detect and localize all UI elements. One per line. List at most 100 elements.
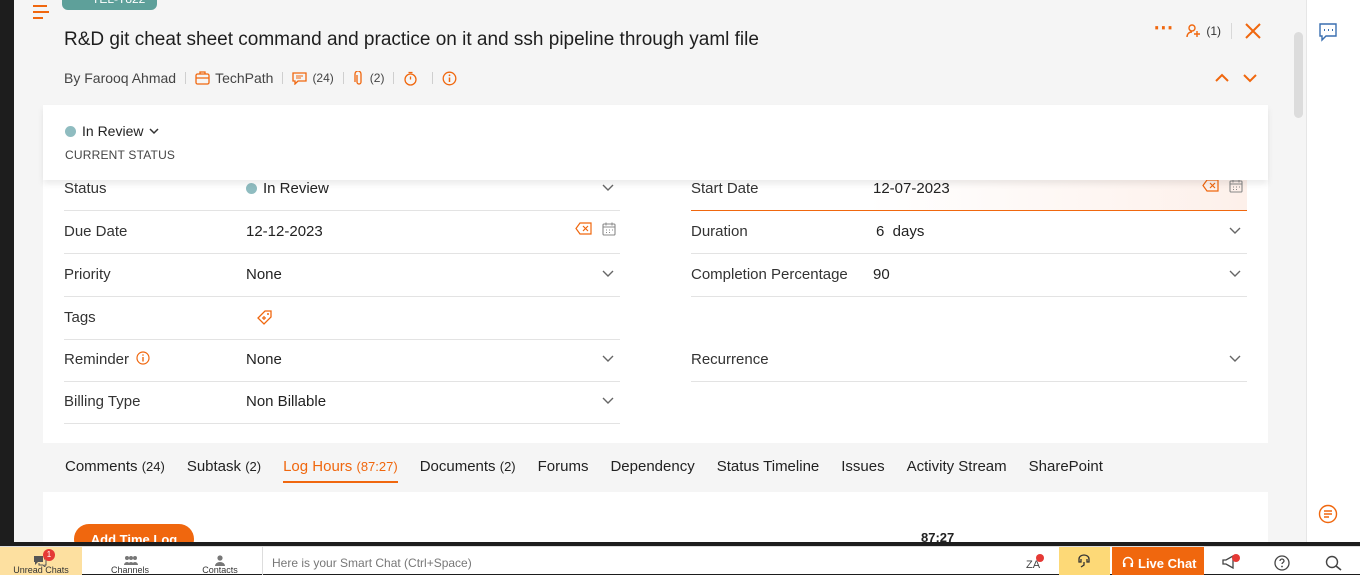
tab-label: Subtask [186, 458, 242, 475]
due-date-value[interactable]: 12-12-2023 [246, 223, 323, 240]
status-dropdown[interactable]: In Review [65, 123, 161, 139]
hamburger-menu-icon[interactable] [32, 4, 50, 20]
task-fields-panel: In Review CURRENT STATUS Status In Revie… [43, 105, 1268, 443]
help-icon[interactable] [1274, 555, 1290, 571]
tab-sharepoint[interactable]: SharePoint [1029, 458, 1103, 483]
list-menu-icon[interactable] [1318, 504, 1338, 524]
field-recurrence[interactable]: Recurrence [691, 339, 1247, 382]
tab-label: Activity Stream [906, 458, 1007, 475]
comments-count[interactable]: (24) [312, 71, 333, 85]
chevron-down-icon[interactable] [602, 352, 614, 364]
feedback-chat-icon[interactable] [1318, 22, 1338, 42]
channels-button[interactable]: Channels [82, 547, 178, 575]
tab-subtask[interactable]: Subtask (2) [187, 458, 261, 483]
field-label: Start Date [691, 180, 759, 197]
priority-value: None [246, 266, 282, 283]
tab-label: SharePoint [1028, 458, 1103, 475]
tab-label: Log Hours [283, 458, 353, 475]
tab-forums[interactable]: Forums [538, 458, 589, 483]
project-link[interactable]: TechPath [215, 70, 273, 86]
tab-log-hours[interactable]: Log Hours (87:27) [283, 458, 398, 483]
field-label: Recurrence [691, 351, 769, 368]
status-value: In Review [82, 123, 144, 139]
calendar-icon[interactable] [602, 222, 616, 236]
field-priority[interactable]: Priority None [64, 254, 620, 297]
task-id-badge[interactable]: TEL-T822 [62, 0, 157, 10]
chevron-down-icon[interactable] [1229, 352, 1241, 364]
tab-label: Forums [537, 458, 589, 475]
info-icon[interactable] [136, 351, 150, 365]
field-reminder[interactable]: Reminder None [64, 339, 620, 382]
scrollbar-thumb[interactable] [1294, 32, 1303, 118]
author[interactable]: By Farooq Ahmad [64, 70, 176, 86]
next-task-chevron-down-icon[interactable] [1242, 70, 1258, 86]
previous-task-chevron-up-icon[interactable] [1214, 70, 1230, 86]
close-icon[interactable] [1242, 20, 1264, 42]
tab-label: Dependency [610, 458, 695, 475]
chevron-down-icon[interactable] [602, 267, 614, 279]
divider [282, 72, 284, 84]
field-label: Reminder [64, 351, 150, 368]
completion-value: 90 [873, 266, 890, 283]
clear-icon[interactable] [1202, 179, 1219, 192]
field-label: Billing Type [64, 393, 141, 410]
chevron-down-icon[interactable] [602, 181, 614, 193]
search-icon[interactable] [1325, 555, 1342, 571]
attachment-icon[interactable] [353, 70, 365, 86]
field-completion-percentage[interactable]: Completion Percentage 90 [691, 254, 1247, 297]
info-icon[interactable] [442, 71, 457, 86]
task-title[interactable]: R&D git cheat sheet command and practice… [64, 29, 759, 51]
followers-count: (1) [1206, 24, 1221, 38]
tab-label: Issues [841, 458, 885, 475]
add-time-log-button[interactable]: Add Time Log [74, 524, 194, 542]
field-billing-type[interactable]: Billing Type Non Billable [64, 381, 620, 424]
chevron-down-icon[interactable] [1229, 224, 1241, 236]
project-icon [195, 71, 210, 85]
calendar-icon[interactable] [1229, 179, 1243, 193]
tab-label: Comments [65, 458, 138, 475]
field-label: Tags [64, 309, 96, 326]
detail-tabs: Comments (24) Subtask (2) Log Hours (87:… [65, 458, 1125, 483]
unread-chats-button[interactable]: 1 Unread Chats [0, 547, 82, 575]
field-due-date[interactable]: Due Date 12-12-2023 [64, 211, 620, 254]
tab-dependency[interactable]: Dependency [610, 458, 694, 483]
clear-icon[interactable] [575, 222, 592, 235]
live-chat-button[interactable]: Live Chat [1112, 547, 1204, 575]
smart-chat-input[interactable]: Here is your Smart Chat (Ctrl+Space) [262, 547, 1007, 575]
chevron-down-icon [149, 128, 159, 135]
attachments-count[interactable]: (2) [370, 71, 385, 85]
task-detail-panel: TEL-T822 R&D git cheat sheet command and… [14, 0, 1306, 542]
highlighted-action[interactable] [1059, 547, 1110, 575]
current-status-label: CURRENT STATUS [65, 148, 176, 162]
tab-label: Documents [419, 458, 496, 475]
duration-value: 6 days [876, 223, 925, 240]
status-dot [246, 183, 257, 194]
more-options-icon[interactable]: ⋯ [1150, 18, 1176, 44]
field-label: Status [64, 180, 107, 197]
unread-badge: 1 [43, 549, 55, 561]
tab-documents[interactable]: Documents (2) [420, 458, 516, 483]
tab-count: (87:27) [356, 459, 398, 474]
tab-activity-stream[interactable]: Activity Stream [907, 458, 1007, 483]
followers-button[interactable]: (1) [1186, 23, 1232, 39]
chevron-down-icon[interactable] [602, 394, 614, 406]
chevron-down-icon[interactable] [1229, 267, 1241, 279]
start-date-value[interactable]: 12-07-2023 [873, 180, 950, 197]
timer-icon[interactable] [403, 71, 418, 86]
divider [342, 72, 344, 84]
log-hours-content: Add Time Log 87:27 [43, 492, 1268, 542]
contacts-button[interactable]: Contacts [178, 547, 262, 575]
reminder-value: None [246, 351, 282, 368]
tab-status-timeline[interactable]: Status Timeline [717, 458, 820, 483]
field-label: Duration [691, 223, 748, 240]
tab-count: (2) [245, 459, 262, 474]
chat-support-icon [1078, 554, 1090, 568]
field-label: Due Date [64, 223, 128, 240]
tab-issues[interactable]: Issues [841, 458, 884, 483]
field-duration[interactable]: Duration 6 days [691, 211, 1247, 254]
headset-icon [1122, 556, 1134, 567]
header-actions: ⋯ (1) [1150, 18, 1264, 44]
tab-comments[interactable]: Comments (24) [65, 458, 165, 483]
comment-icon[interactable] [292, 71, 308, 85]
add-tag-icon[interactable] [256, 309, 273, 326]
